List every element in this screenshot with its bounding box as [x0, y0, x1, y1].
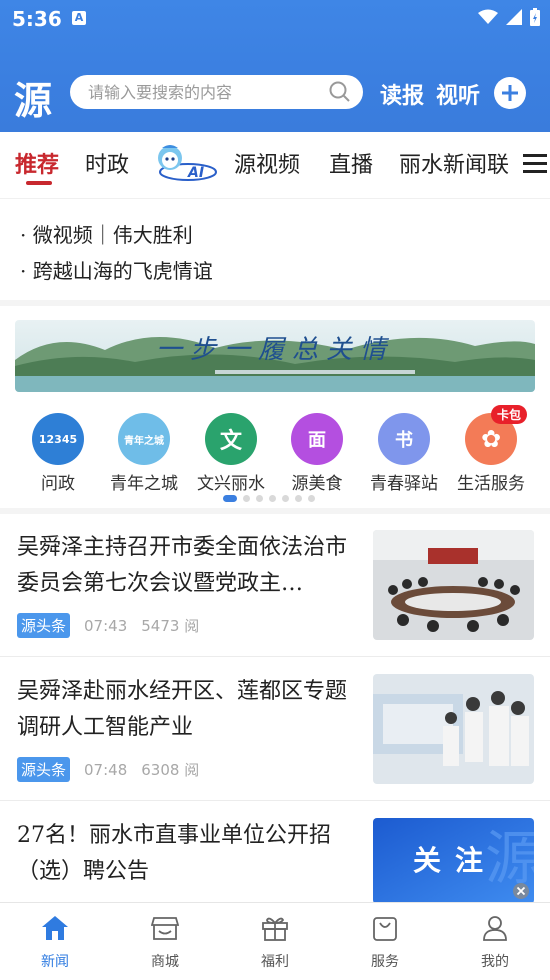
news-title: 吴舜泽赴丽水经开区、莲都区专题调研人工智能产业	[17, 679, 348, 740]
nav-label: 新闻	[41, 954, 69, 970]
clover-icon: ✿ 卡包	[465, 405, 527, 465]
service-wenzheng[interactable]: 12345 问政	[10, 410, 106, 494]
plus-icon	[502, 85, 518, 101]
card-wallet-badge: 卡包	[490, 405, 527, 424]
carousel-dot	[282, 495, 289, 502]
battery-icon	[530, 8, 540, 26]
tab-ai[interactable]: AI	[150, 142, 218, 186]
active-tab-indicator	[26, 181, 52, 185]
nav-mine[interactable]: 我的	[455, 915, 535, 971]
ai-tab-label: AI	[187, 165, 204, 181]
service-food[interactable]: 面 源美食	[269, 410, 365, 494]
service-youth-station[interactable]: 书 青春驿站	[356, 410, 452, 494]
carousel-dots	[223, 495, 315, 502]
section-divider	[0, 300, 550, 306]
audio-video-link[interactable]: 视听	[436, 78, 480, 110]
clover-glyph: ✿	[480, 425, 502, 453]
tab-lishui-news[interactable]: 丽水新闻联	[399, 147, 509, 179]
culture-icon: 文	[205, 413, 257, 465]
bottom-navigation: 新闻 商城 福利 服务 我的	[0, 902, 550, 980]
carousel-dot	[243, 495, 250, 502]
news-item[interactable]: 吴舜泽赴丽水经开区、莲都区专题调研人工智能产业 源头条 07:48 6308 阅	[0, 658, 550, 801]
service-label: 问政	[41, 474, 75, 494]
carousel-dot	[295, 495, 302, 502]
youth-city-icon: 青年之城	[118, 413, 170, 465]
search-bar[interactable]	[70, 75, 363, 109]
category-tabs: 推荐 时政 AI 源视频 直播 丽水新闻联	[0, 132, 550, 199]
news-title: 27名！丽水市直事业单位公开招（选）聘公告	[17, 823, 331, 884]
news-reads: 6308 阅	[141, 761, 200, 779]
service-label: 生活服务	[457, 474, 525, 494]
tab-politics[interactable]: 时政	[85, 147, 129, 179]
notification-a-icon: A	[72, 11, 86, 25]
tab-menu-button[interactable]	[521, 150, 547, 178]
menu-icon	[523, 154, 547, 173]
tab-source-video[interactable]: 源视频	[234, 147, 300, 179]
source-badge: 源头条	[17, 757, 71, 782]
hotline-12345-icon: 12345	[32, 413, 84, 465]
book-icon: 书	[378, 413, 430, 465]
service-youth-city[interactable]: 青年之城 青年之城	[96, 410, 192, 494]
carousel-dot	[256, 495, 263, 502]
tab-live[interactable]: 直播	[329, 147, 373, 179]
service-culture[interactable]: 文 文兴丽水	[183, 410, 279, 494]
headline-list: · 微视频｜伟大胜利 · 跨越山海的飞虎情谊	[0, 199, 550, 301]
home-icon	[42, 916, 68, 940]
carousel-dot	[269, 495, 276, 502]
source-badge: 源头条	[17, 613, 71, 638]
store-icon	[150, 917, 180, 940]
headline-item[interactable]: · 跨越山海的飞虎情谊	[20, 255, 213, 284]
status-time: 5:36	[12, 7, 62, 31]
banner-text: 一步一履总关情	[156, 335, 394, 365]
read-paper-link[interactable]: 读报	[380, 78, 424, 110]
service-label: 青年之城	[110, 474, 178, 494]
headline-item[interactable]: · 微视频｜伟大胜利	[20, 219, 193, 248]
nav-label: 我的	[481, 954, 509, 970]
news-thumbnail: 源 关注	[373, 818, 534, 904]
search-icon[interactable]	[329, 81, 351, 103]
user-icon	[483, 916, 507, 941]
wifi-icon	[478, 9, 498, 24]
service-label: 文兴丽水	[197, 474, 265, 494]
nav-news[interactable]: 新闻	[15, 915, 95, 971]
nav-welfare[interactable]: 福利	[235, 915, 315, 971]
service-life[interactable]: ✿ 卡包 生活服务	[443, 405, 539, 494]
news-thumbnail	[373, 530, 534, 640]
banner-image: 一步一履总关情	[15, 320, 535, 392]
close-icon[interactable]	[512, 882, 530, 900]
app-header: 5:36 A 源 读报 视听	[0, 0, 550, 132]
nav-service[interactable]: 服务	[345, 915, 425, 971]
news-time: 07:43	[84, 616, 128, 635]
nav-label: 福利	[261, 954, 289, 970]
gift-icon	[262, 917, 288, 941]
news-item[interactable]: 吴舜泽主持召开市委全面依法治市委员会第七次会议暨党政主… 源头条 07:43 5…	[0, 514, 550, 657]
search-input[interactable]	[86, 81, 329, 103]
tab-recommend[interactable]: 推荐	[15, 147, 59, 179]
service-label: 源美食	[291, 474, 343, 494]
carousel-dot	[308, 495, 315, 502]
news-reads: 5473 阅	[141, 617, 200, 635]
add-button[interactable]	[494, 77, 526, 109]
top-bar: 源 读报 视听	[0, 68, 550, 123]
app-logo: 源	[14, 78, 53, 123]
news-title: 吴舜泽主持召开市委全面依法治市委员会第七次会议暨党政主…	[17, 535, 348, 596]
noodle-icon: 面	[291, 413, 343, 465]
status-bar: 5:36 A	[0, 0, 550, 38]
news-time: 07:48	[84, 760, 128, 779]
carousel-dot-active	[223, 495, 237, 502]
nav-label: 商城	[151, 954, 179, 970]
system-icons	[478, 8, 540, 26]
news-meta: 源头条 07:43 5473 阅	[17, 613, 199, 638]
nav-mall[interactable]: 商城	[125, 915, 205, 971]
thumbnail-text: 关注	[413, 844, 497, 877]
bag-icon	[373, 917, 397, 941]
news-thumbnail	[373, 674, 534, 784]
signal-icon	[506, 9, 522, 25]
nav-label: 服务	[371, 954, 399, 970]
news-meta: 源头条 07:48 6308 阅	[17, 757, 199, 782]
ai-mascot-icon: AI	[158, 145, 217, 181]
promo-banner[interactable]: 一步一履总关情	[15, 320, 535, 392]
service-label: 青春驿站	[370, 474, 438, 494]
